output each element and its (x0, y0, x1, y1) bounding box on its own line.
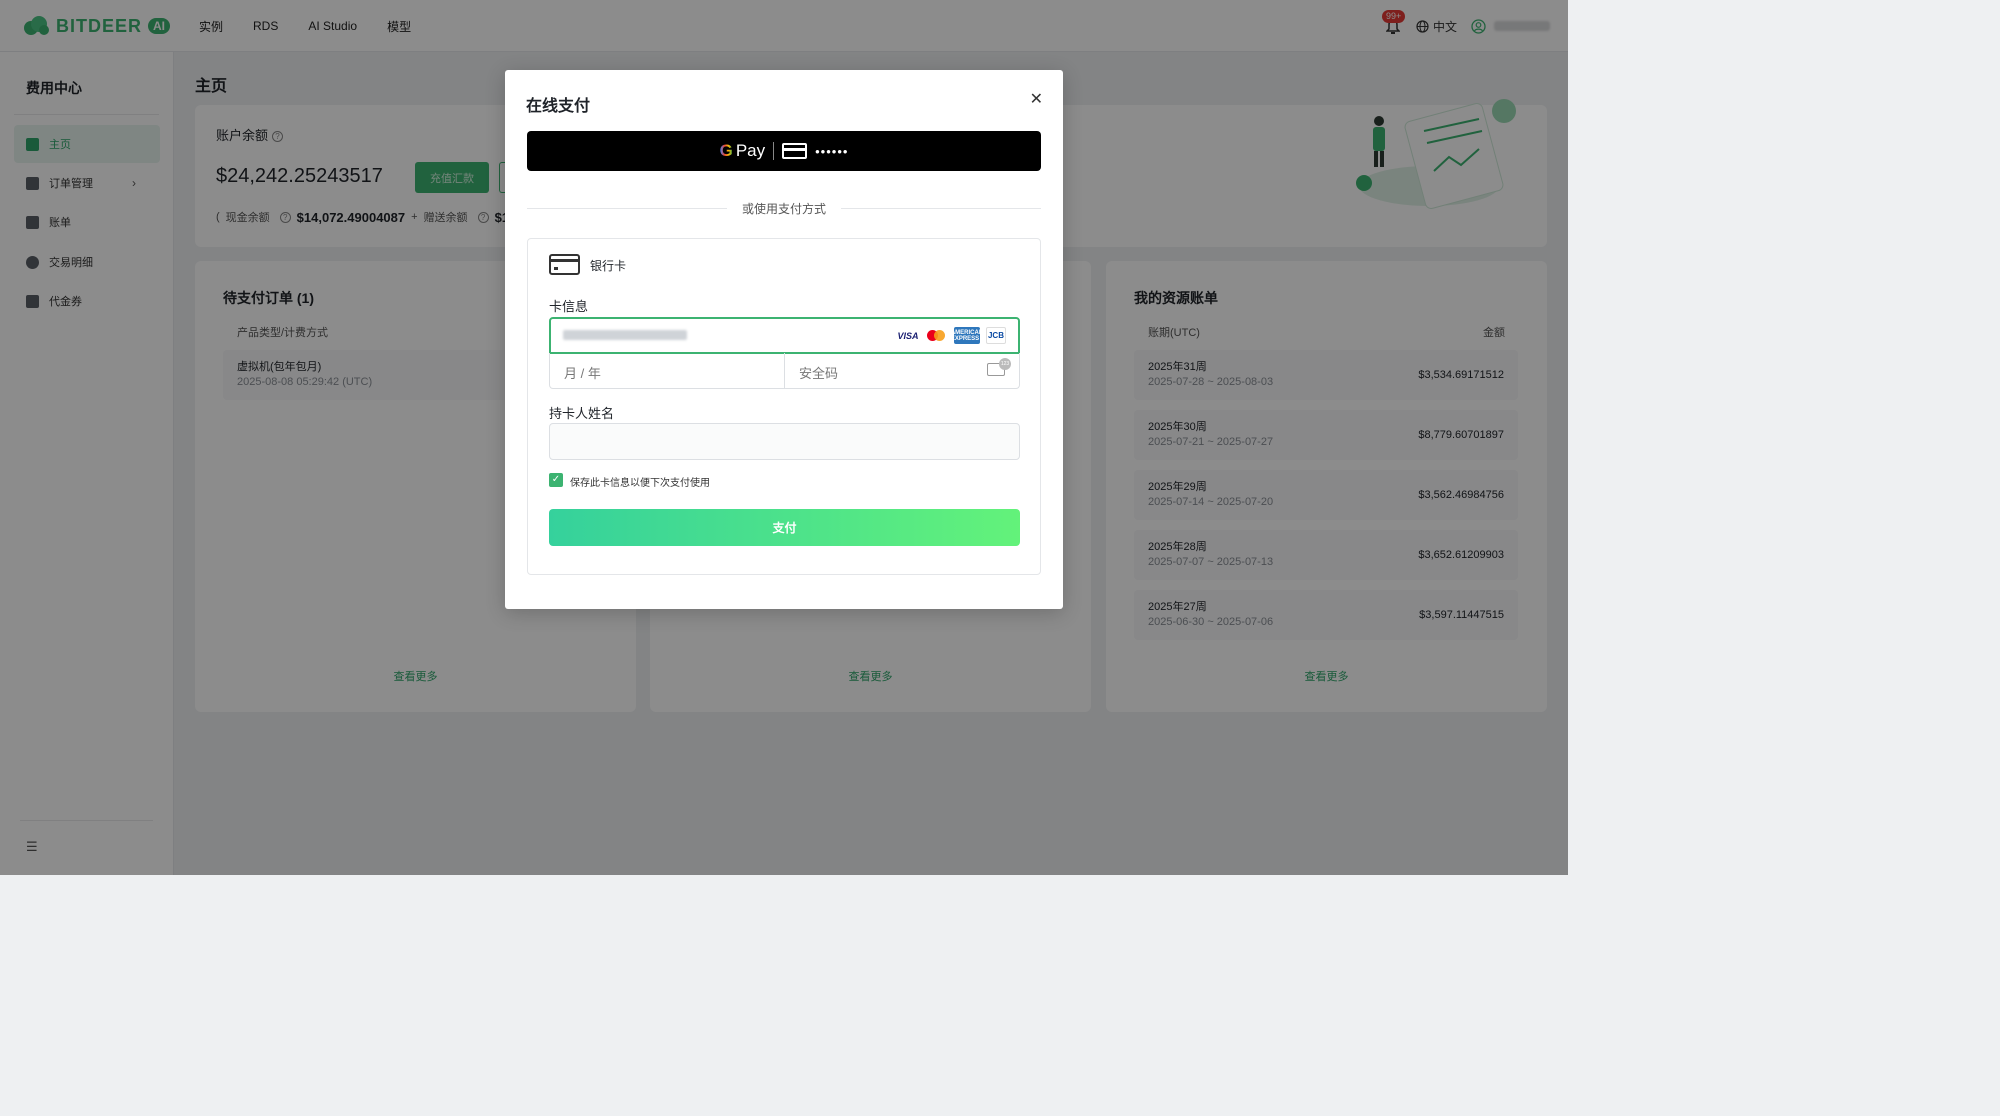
save-card-checkbox[interactable]: ✓ (549, 473, 563, 487)
pay-button[interactable]: 支付 (549, 509, 1020, 546)
gpay-masked-card: •••••• (815, 143, 849, 159)
cvc-card-icon: 123 (987, 358, 1011, 376)
online-payment-modal: 在线支付 ✕ G Pay •••••• 或使用支付方式 银行卡 卡信息 VISA… (505, 70, 1063, 609)
card-icon (782, 143, 808, 159)
google-g-letter: G (719, 141, 733, 160)
visa-icon: VISA (897, 330, 919, 341)
card-info-label: 卡信息 (549, 299, 589, 314)
bank-card-form: 银行卡 卡信息 VISA AMERICAN EXPRESS JCB 月 / 年 … (527, 238, 1041, 575)
cvc-placeholder: 安全码 (799, 366, 839, 381)
jcb-icon: JCB (986, 327, 1006, 344)
or-divider: 或使用支付方式 (527, 200, 1041, 216)
card-number-placeholder-blurred (563, 330, 687, 340)
gpay-pay-text: Pay (735, 141, 766, 160)
expiry-cvc-row: 月 / 年 安全码 123 (549, 353, 1020, 389)
mastercard-icon (926, 327, 948, 344)
save-card-label[interactable]: 保存此卡信息以便下次支付使用 (570, 474, 710, 489)
card-brands: VISA AMERICAN EXPRESS JCB (896, 327, 1006, 344)
cardholder-name-label: 持卡人姓名 (549, 406, 615, 421)
bank-card-label: 银行卡 (590, 259, 627, 273)
expiry-placeholder: 月 / 年 (564, 366, 601, 381)
close-icon[interactable]: ✕ (1030, 92, 1043, 108)
cvc-input[interactable]: 安全码 123 (785, 353, 1021, 388)
gpay-separator (773, 142, 775, 160)
cvc-hint: 123 (999, 358, 1011, 370)
expiry-input[interactable]: 月 / 年 (550, 353, 785, 388)
cardholder-name-input[interactable] (549, 423, 1020, 460)
divider-line-right (841, 208, 1041, 209)
bank-card-icon (549, 254, 580, 275)
card-number-input[interactable]: VISA AMERICAN EXPRESS JCB (549, 317, 1020, 354)
google-pay-button[interactable]: G Pay •••••• (527, 131, 1041, 171)
google-g-icon: G Pay (720, 141, 766, 161)
amex-icon: AMERICAN EXPRESS (951, 327, 983, 344)
modal-title: 在线支付 (526, 98, 591, 115)
